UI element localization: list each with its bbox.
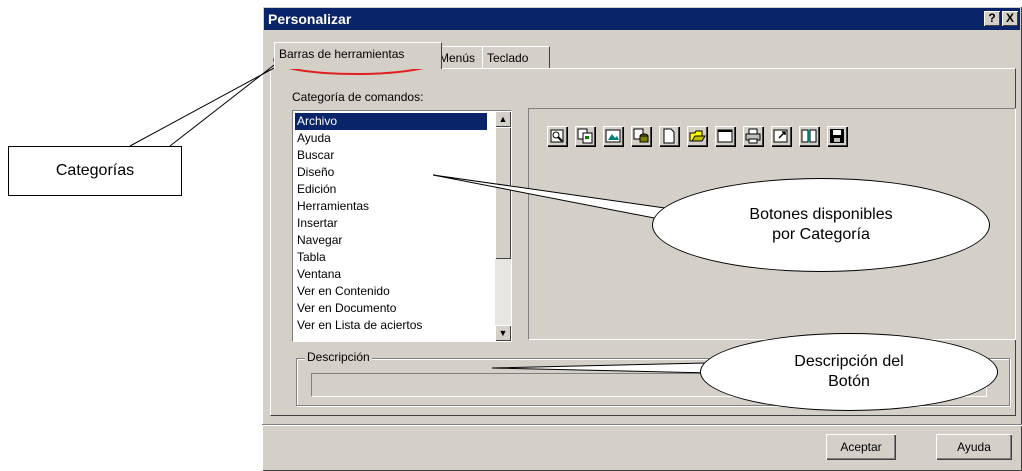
callout-buttons-by-category: Botones disponibles por Categoría (652, 178, 990, 272)
callout-categories: Categorías (8, 146, 182, 196)
callout-desc-text: Descripción del Botón (794, 353, 904, 390)
tab-toolbars[interactable]: Barras de herramientas (274, 42, 442, 69)
callout-line (129, 67, 275, 147)
callout-tools-text: Botones disponibles por Categoría (749, 206, 893, 243)
tab-toolbars-label: Barras de herramientas (279, 47, 405, 61)
callout-description: Descripción del Botón (700, 333, 998, 411)
